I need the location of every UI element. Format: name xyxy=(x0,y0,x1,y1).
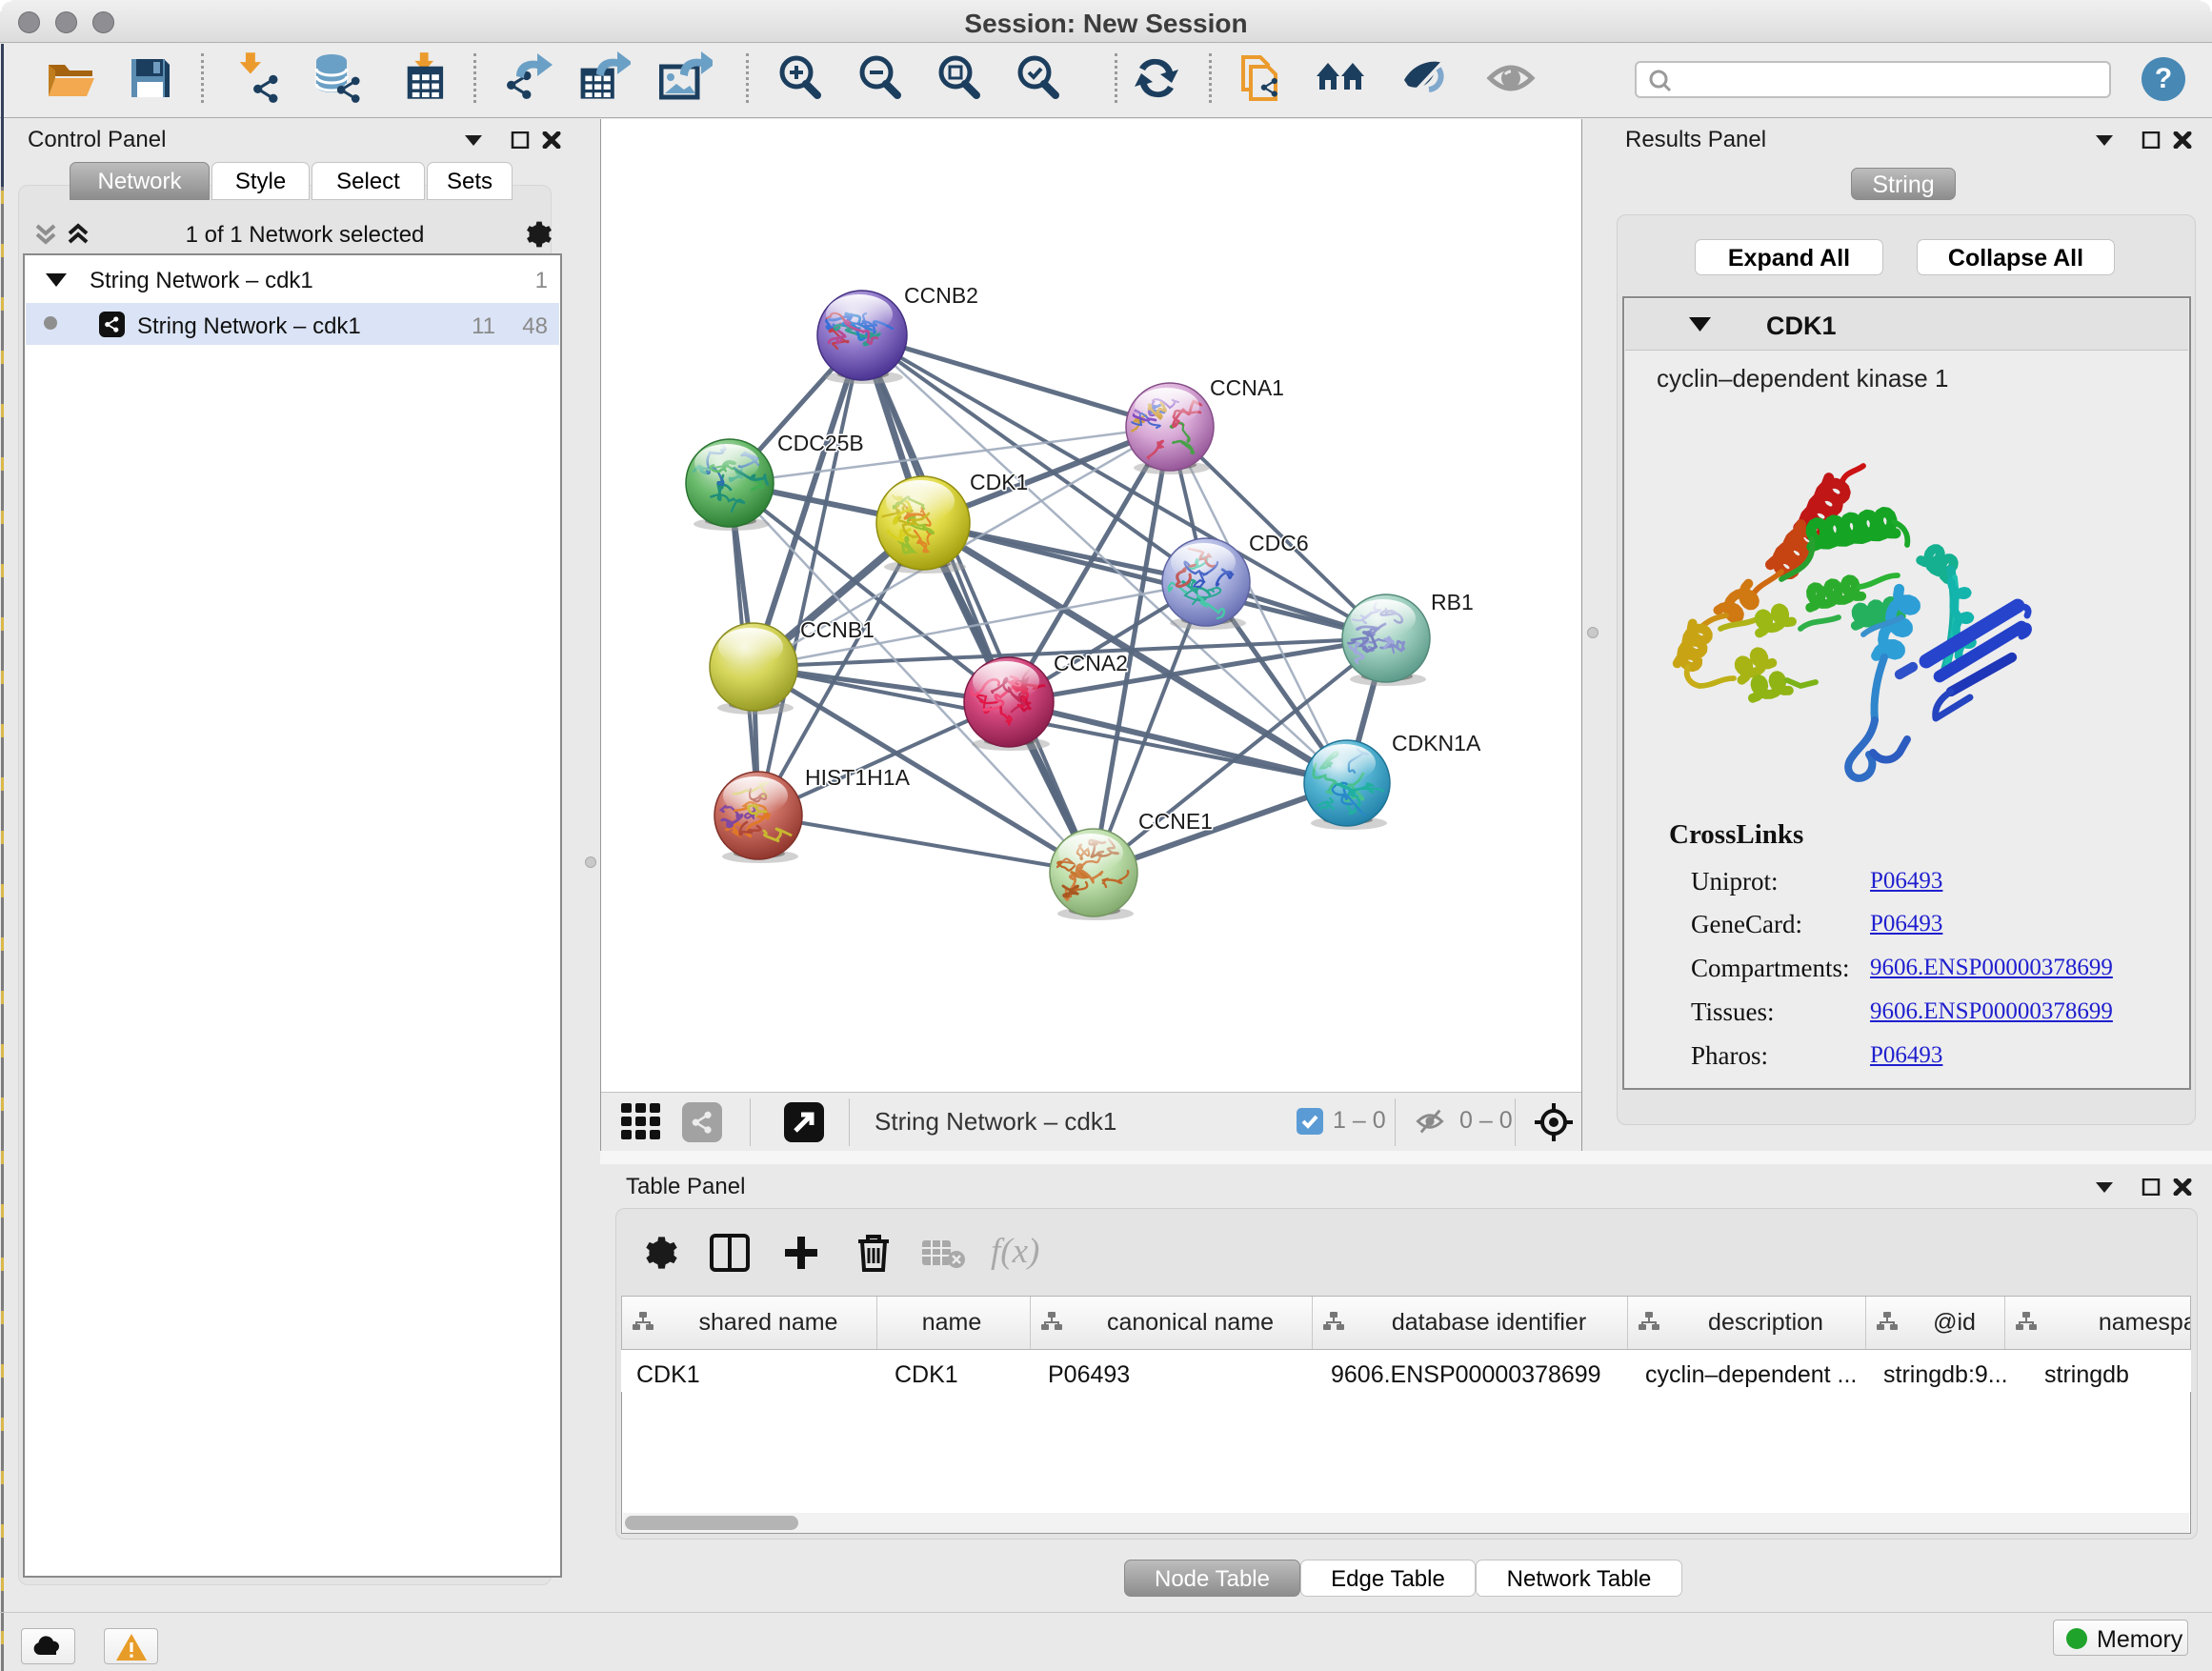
svg-text:CCNA2: CCNA2 xyxy=(1054,651,1128,675)
svg-text:CCNB1: CCNB1 xyxy=(800,617,875,642)
svg-text:HIST1H1A: HIST1H1A xyxy=(805,765,911,790)
svg-text:CDC25B: CDC25B xyxy=(777,431,864,455)
svg-text:CCNA1: CCNA1 xyxy=(1210,375,1284,400)
svg-text:CCNB2: CCNB2 xyxy=(904,283,978,308)
svg-text:CDKN1A: CDKN1A xyxy=(1392,731,1481,755)
svg-text:RB1: RB1 xyxy=(1431,590,1474,614)
svg-text:CDK1: CDK1 xyxy=(970,470,1028,494)
svg-text:CDC6: CDC6 xyxy=(1249,531,1309,555)
svg-text:CCNE1: CCNE1 xyxy=(1138,809,1213,834)
